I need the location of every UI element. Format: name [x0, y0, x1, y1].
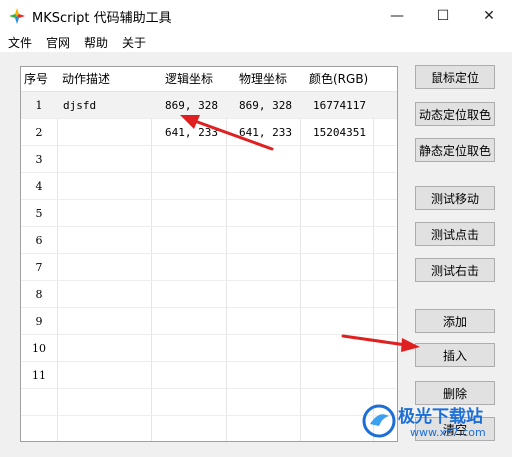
table-row[interactable]: 9	[21, 308, 397, 335]
maximize-icon: ☐	[436, 8, 450, 24]
cell-index: 10	[32, 342, 46, 355]
cell-index: 4	[35, 180, 43, 193]
menu-file[interactable]: 文件	[8, 34, 32, 51]
cell-index: 8	[35, 288, 43, 301]
add-button[interactable]: 添加	[415, 309, 495, 333]
cell-color: 15204351	[313, 126, 366, 139]
table-row[interactable]: 1 djsfd 869, 328 869, 328 16774117	[21, 92, 397, 119]
menu-help[interactable]: 帮助	[84, 34, 108, 51]
table-row[interactable]: 6	[21, 227, 397, 254]
cell-color: 16774117	[313, 99, 366, 112]
header-logical-coords[interactable]: 逻辑坐标	[165, 67, 213, 91]
cell-index: 11	[32, 369, 46, 382]
header-description[interactable]: 动作描述	[62, 67, 110, 91]
header-index[interactable]: 序号	[24, 67, 48, 91]
watermark: 极光下载站 www.xz7.com	[358, 400, 508, 455]
menu-bar: 文件 官网 帮助 关于	[0, 32, 512, 52]
action-list-table[interactable]: 序号 动作描述 逻辑坐标 物理坐标 颜色(RGB) 1 djsfd 869, 3…	[20, 66, 398, 442]
insert-button[interactable]: 插入	[415, 343, 495, 367]
watermark-url: www.xz7.com	[410, 426, 486, 439]
app-window: MKScript 代码辅助工具 — ☐ ✕ 文件 官网 帮助 关于 序号 动作描…	[0, 0, 512, 457]
close-icon: ✕	[483, 8, 495, 24]
table-row[interactable]: 5	[21, 200, 397, 227]
close-button[interactable]: ✕	[466, 0, 512, 32]
cell-description: djsfd	[63, 99, 97, 112]
static-locate-color-button[interactable]: 静态定位取色	[415, 138, 495, 162]
cell-index: 9	[35, 315, 43, 328]
maximize-button[interactable]: ☐	[420, 0, 466, 32]
header-physical-coords[interactable]: 物理坐标	[239, 67, 287, 91]
table-row[interactable]: 3	[21, 146, 397, 173]
mouse-locate-button[interactable]: 鼠标定位	[415, 65, 495, 89]
cell-physical: 869, 328	[239, 99, 292, 112]
menu-about[interactable]: 关于	[122, 34, 146, 51]
cell-physical: 641, 233	[239, 126, 292, 139]
table-row[interactable]: 2 641, 233 641, 233 15204351	[21, 119, 397, 146]
cell-logical: 641, 233	[165, 126, 218, 139]
cell-index: 6	[35, 234, 43, 247]
test-click-button[interactable]: 测试点击	[415, 222, 495, 246]
minimize-icon: —	[390, 8, 404, 24]
test-move-button[interactable]: 测试移动	[415, 186, 495, 210]
table-row[interactable]: 4	[21, 173, 397, 200]
header-color-rgb[interactable]: 颜色(RGB)	[309, 67, 368, 91]
cell-index: 3	[35, 153, 43, 166]
table-row	[21, 389, 397, 416]
cell-logical: 869, 328	[165, 99, 218, 112]
test-right-click-button[interactable]: 测试右击	[415, 258, 495, 282]
table-row[interactable]: 8	[21, 281, 397, 308]
watermark-logo-icon	[362, 404, 396, 438]
cell-index: 2	[35, 126, 43, 139]
table-row[interactable]: 10	[21, 335, 397, 362]
cell-index: 7	[35, 261, 43, 274]
menu-website[interactable]: 官网	[46, 34, 70, 51]
table-header: 序号 动作描述 逻辑坐标 物理坐标 颜色(RGB)	[21, 67, 397, 92]
title-bar[interactable]: MKScript 代码辅助工具 — ☐ ✕	[0, 0, 512, 32]
app-logo-icon	[9, 8, 25, 24]
table-row[interactable]: 7	[21, 254, 397, 281]
window-title: MKScript 代码辅助工具	[32, 11, 172, 26]
table-row[interactable]: 11	[21, 362, 397, 389]
cell-index: 1	[35, 99, 43, 112]
watermark-brand: 极光下载站	[398, 407, 483, 427]
cell-index: 5	[35, 207, 43, 220]
dynamic-locate-color-button[interactable]: 动态定位取色	[415, 102, 495, 126]
minimize-button[interactable]: —	[374, 0, 420, 32]
